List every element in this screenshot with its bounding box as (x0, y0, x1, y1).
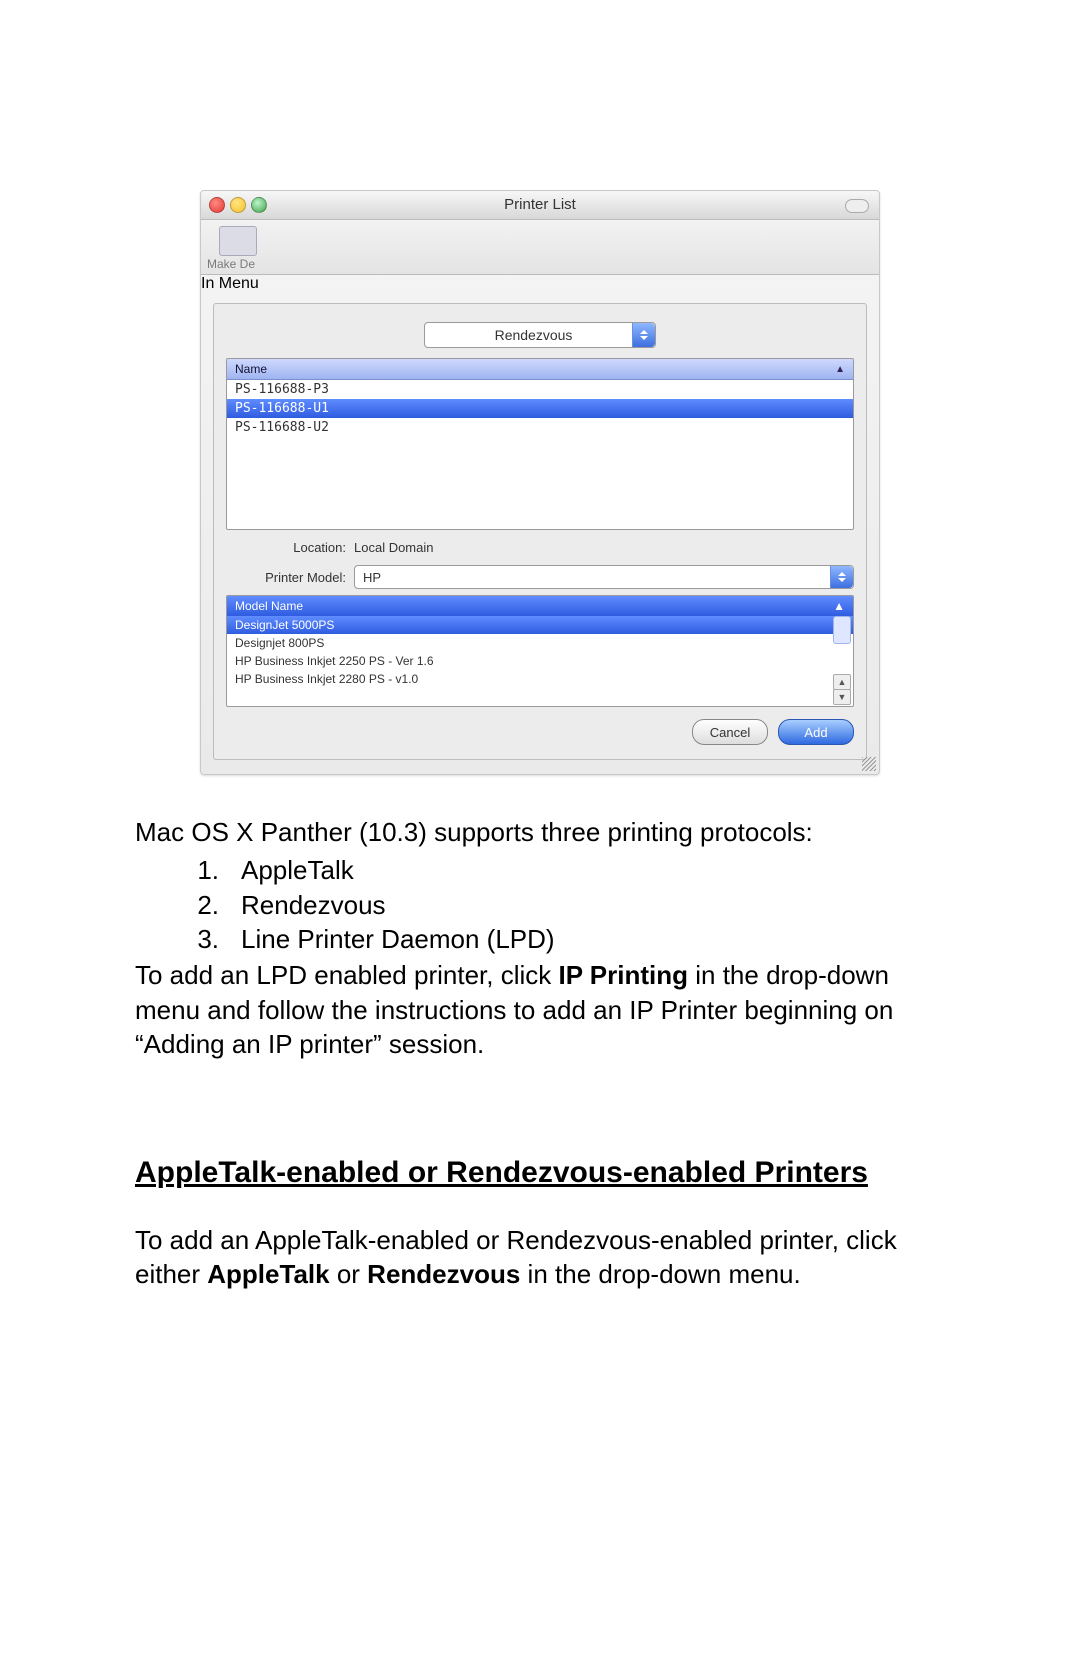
traffic-lights (209, 197, 267, 213)
model-header-label: Model Name (235, 599, 303, 613)
sidebar-label: In Menu (201, 275, 879, 293)
list-number: 3. (135, 922, 219, 956)
window-title: Printer List (504, 196, 576, 213)
document-body: Mac OS X Panther (10.3) supports three p… (135, 815, 945, 1291)
model-value: HP (355, 570, 830, 585)
scrollbar-thumb[interactable] (833, 616, 851, 644)
close-icon[interactable] (209, 197, 225, 213)
printer-icon (219, 226, 257, 256)
text: or (330, 1259, 368, 1289)
list-header[interactable]: Name ▲ (227, 359, 853, 380)
resize-grip-icon[interactable] (862, 757, 876, 771)
printer-listbox[interactable]: Name ▲ PS-116688-P3 PS-116688-U1 PS-1166… (226, 358, 854, 530)
location-label: Location: (226, 540, 346, 555)
list-item[interactable]: PS-116688-U2 (227, 418, 853, 437)
appletalk-paragraph: To add an AppleTalk-enabled or Rendezvou… (135, 1223, 945, 1292)
macos-window: Printer List Make De In Menu Rendezvous … (200, 190, 880, 775)
protocol-value: Rendezvous (425, 327, 632, 343)
cancel-button[interactable]: Cancel (692, 719, 768, 745)
protocol-item: AppleTalk (241, 853, 354, 887)
bold-text: Rendezvous (367, 1259, 520, 1289)
scroll-down-icon[interactable]: ▼ (833, 689, 851, 705)
list-item[interactable]: Designjet 800PS (227, 634, 853, 652)
protocol-dropdown[interactable]: Rendezvous (424, 322, 656, 348)
add-printer-sheet: Rendezvous Name ▲ PS-116688-P3 PS-116688… (213, 303, 867, 760)
model-list-header[interactable]: Model Name ▲ (227, 596, 853, 616)
add-button[interactable]: Add (778, 719, 854, 745)
name-header: Name (235, 362, 267, 376)
window-titlebar: Printer List (201, 191, 879, 220)
scroll-up-icon[interactable]: ▲ (833, 674, 851, 690)
protocol-item: Line Printer Daemon (LPD) (241, 922, 555, 956)
list-item[interactable]: PS-116688-U1 (227, 399, 853, 418)
list-item[interactable]: HP Business Inkjet 2280 PS - v1.0 (227, 670, 853, 688)
sort-indicator-icon: ▲ (833, 599, 845, 613)
bold-text: AppleTalk (207, 1259, 329, 1289)
location-value: Local Domain (354, 540, 434, 555)
toolbar-toggle-icon[interactable] (845, 199, 869, 213)
list-item[interactable]: HP Business Inkjet 2250 PS - Ver 1.6 (227, 652, 853, 670)
text: in the drop-down menu. (520, 1259, 800, 1289)
cancel-label: Cancel (710, 725, 750, 740)
text: To add an LPD enabled printer, click (135, 960, 558, 990)
list-number: 2. (135, 888, 219, 922)
model-listbox[interactable]: Model Name ▲ DesignJet 5000PS Designjet … (226, 595, 854, 707)
minimize-icon[interactable] (230, 197, 246, 213)
chevron-updown-icon[interactable] (632, 323, 655, 347)
toolbar: Make De (201, 220, 879, 275)
add-label: Add (804, 725, 827, 740)
toolbar-label: Make De (207, 257, 255, 271)
protocol-item: Rendezvous (241, 888, 386, 922)
model-label: Printer Model: (226, 570, 346, 585)
bold-text: IP Printing (558, 960, 688, 990)
chevron-updown-icon[interactable] (830, 566, 853, 588)
list-item[interactable]: DesignJet 5000PS (227, 616, 853, 634)
list-item[interactable]: PS-116688-P3 (227, 380, 853, 399)
zoom-icon[interactable] (251, 197, 267, 213)
sort-indicator-icon: ▲ (835, 364, 845, 375)
lpd-paragraph: To add an LPD enabled printer, click IP … (135, 958, 945, 1061)
section-heading: AppleTalk-enabled or Rendezvous-enabled … (135, 1153, 945, 1193)
list-number: 1. (135, 853, 219, 887)
model-dropdown[interactable]: HP (354, 565, 854, 589)
intro-paragraph: Mac OS X Panther (10.3) supports three p… (135, 815, 945, 849)
